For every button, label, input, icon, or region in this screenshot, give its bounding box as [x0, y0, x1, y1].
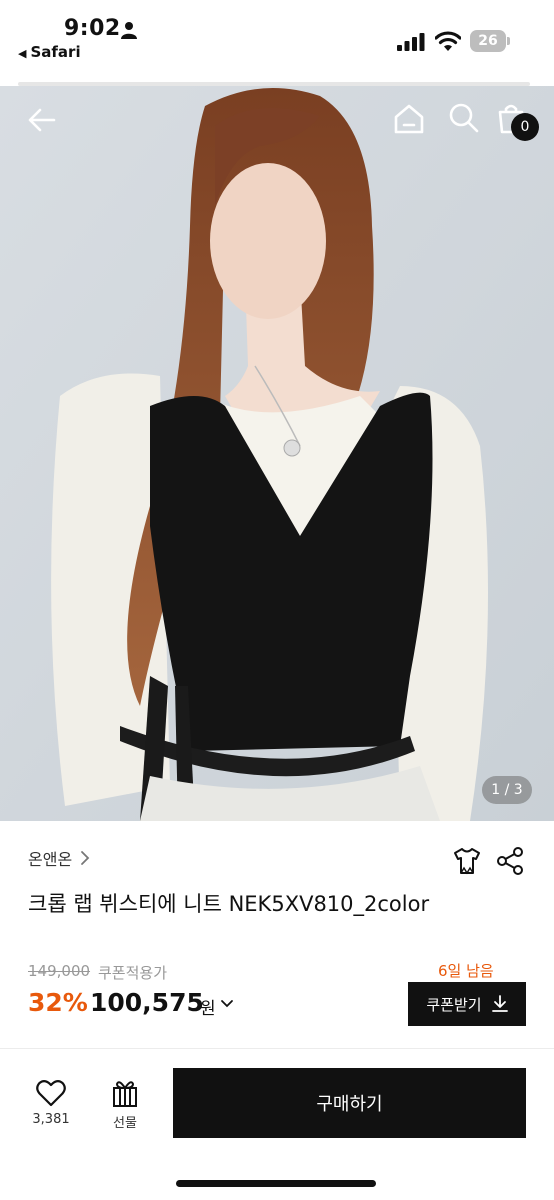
currency-label: 원 — [200, 999, 216, 1019]
original-price: 149,000 — [28, 962, 91, 980]
battery-level: 26 — [478, 33, 498, 49]
person-icon — [121, 22, 137, 39]
chevron-down-icon[interactable] — [220, 998, 234, 1010]
gift-label: 선물 — [113, 1116, 137, 1131]
back-arrow-icon[interactable] — [26, 104, 58, 136]
section-divider — [0, 1048, 554, 1049]
tshirt-icon[interactable] — [452, 846, 482, 876]
get-coupon-button[interactable]: 쿠폰받기 — [408, 982, 526, 1026]
share-icon[interactable] — [496, 846, 524, 876]
battery-icon: 26 — [470, 30, 510, 52]
status-bar: 9:02 ◀ Safari 26 — [0, 0, 554, 82]
product-photo — [0, 86, 554, 821]
like-count: 3,381 — [32, 1112, 70, 1127]
heart-icon[interactable] — [36, 1079, 66, 1107]
product-image-gallery[interactable]: 0 1 / 3 — [0, 86, 554, 821]
get-coupon-label: 쿠폰받기 — [426, 995, 482, 1014]
home-icon[interactable] — [392, 102, 426, 136]
coupon-applied-label: 쿠폰적용가 — [98, 964, 168, 982]
status-time: 9:02 — [64, 16, 121, 41]
gallery-page-indicator: 1 / 3 — [482, 776, 532, 804]
home-indicator — [176, 1180, 376, 1187]
back-triangle-icon: ◀ — [18, 47, 27, 60]
brand-name: 온앤온 — [28, 850, 73, 869]
chevron-right-icon — [81, 851, 90, 865]
sale-price: 100,575 — [90, 988, 204, 1017]
brand-link[interactable]: 온앤온 — [28, 846, 90, 870]
days-left-label: 6일 남음 — [438, 962, 494, 980]
signal-icon — [397, 33, 425, 51]
gift-icon[interactable] — [111, 1078, 139, 1108]
product-title: 크롭 랩 뷔스티에 니트 NEK5XV810_2color — [28, 892, 430, 916]
buy-button[interactable]: 구매하기 — [173, 1068, 526, 1138]
download-icon — [491, 995, 508, 1012]
back-app-label: Safari — [30, 43, 81, 61]
wifi-icon — [435, 31, 461, 51]
cart-count-badge: 0 — [511, 113, 539, 141]
search-icon[interactable] — [448, 102, 480, 134]
discount-rate: 32% — [28, 988, 88, 1017]
back-to-app-link[interactable]: ◀ Safari — [18, 43, 81, 61]
